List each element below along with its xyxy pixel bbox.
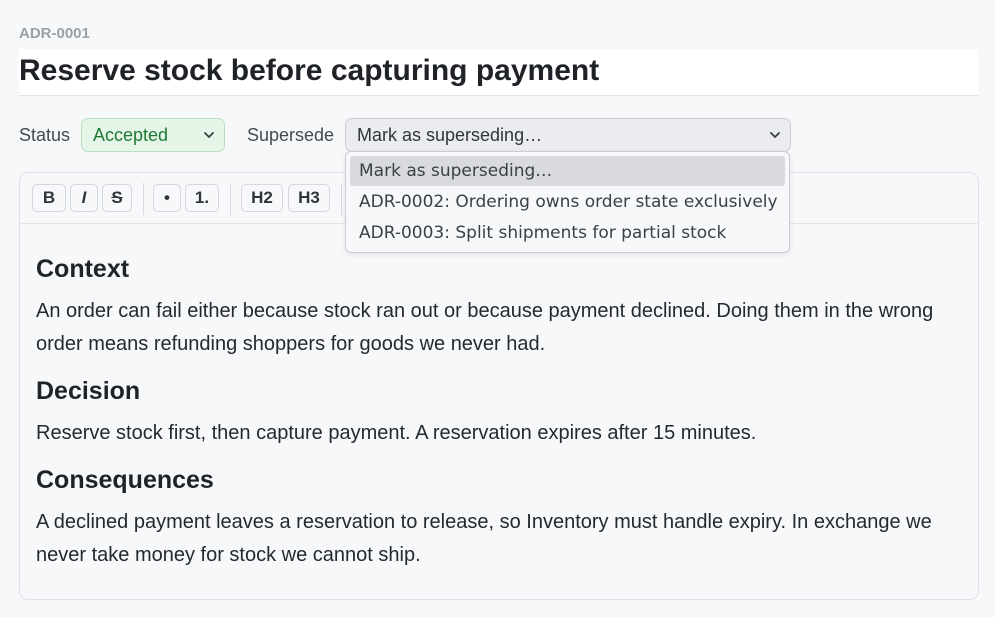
toolbar-divider bbox=[341, 183, 342, 215]
heading-2-button[interactable]: H2 bbox=[241, 184, 283, 212]
context-heading: Context bbox=[36, 255, 130, 283]
editor-content[interactable]: Context An order can fail either because… bbox=[36, 253, 956, 572]
heading-3-button[interactable]: H3 bbox=[288, 184, 330, 212]
dropdown-option[interactable]: Mark as superseding… bbox=[350, 156, 785, 186]
dropdown-option[interactable]: ADR-0003: Split shipments for partial st… bbox=[350, 218, 785, 248]
strikethrough-button[interactable]: S bbox=[102, 184, 132, 212]
italic-button[interactable]: I bbox=[70, 184, 98, 212]
status-select[interactable]: Accepted bbox=[81, 118, 225, 152]
decision-text: Reserve stock first, then capture paymen… bbox=[36, 422, 757, 444]
adr-id: ADR-0001 bbox=[19, 25, 90, 42]
toolbar-divider bbox=[143, 183, 144, 215]
consequences-text: A declined payment leaves a reservation … bbox=[36, 511, 932, 566]
supersede-label: Supersede bbox=[247, 125, 335, 145]
status-value: Accepted bbox=[93, 125, 169, 145]
supersede-select[interactable]: Mark as superseding… bbox=[345, 118, 791, 152]
consequences-heading: Consequences bbox=[36, 466, 214, 494]
context-text: An order can fail either because stock r… bbox=[36, 300, 934, 355]
bold-button[interactable]: B bbox=[32, 184, 66, 212]
bullet-list-button[interactable]: • bbox=[153, 184, 181, 212]
decision-heading: Decision bbox=[36, 377, 141, 405]
page-title[interactable]: Reserve stock before capturing payment bbox=[19, 49, 978, 93]
status-label: Status bbox=[19, 125, 71, 145]
dropdown-option[interactable]: ADR-0002: Ordering owns order state excl… bbox=[350, 187, 785, 217]
supersede-value: Mark as superseding… bbox=[357, 125, 543, 145]
supersede-dropdown: Mark as superseding… ADR-0002: Ordering … bbox=[345, 151, 790, 253]
title-field[interactable]: Reserve stock before capturing payment bbox=[19, 49, 978, 96]
chevron-down-icon bbox=[204, 132, 214, 138]
ordered-list-button[interactable]: 1. bbox=[185, 184, 219, 212]
chevron-down-icon bbox=[770, 132, 780, 138]
toolbar-divider bbox=[230, 183, 231, 215]
